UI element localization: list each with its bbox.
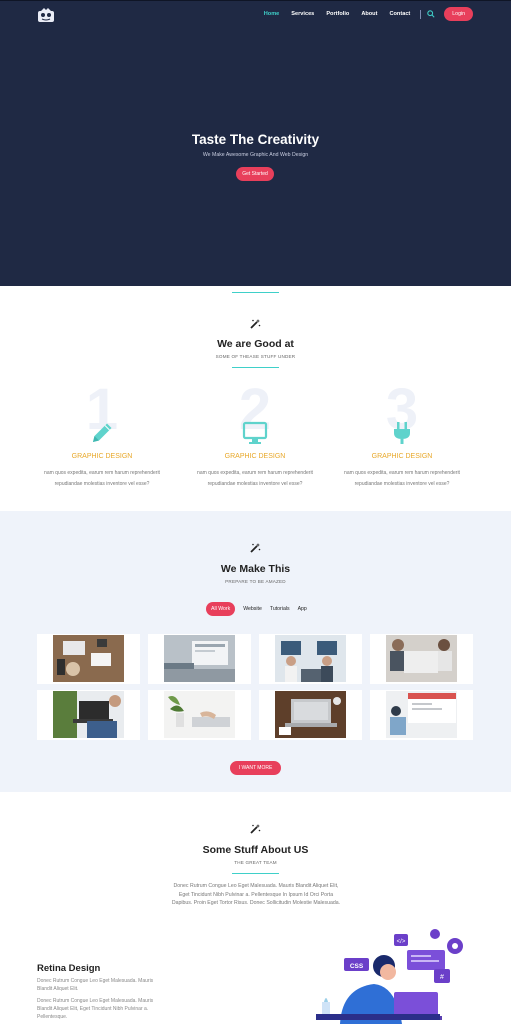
portfolio-item[interactable] [148, 690, 251, 740]
nav-about[interactable]: About [361, 11, 377, 17]
pencil-icon [93, 423, 112, 442]
feature-title: GRAPHIC DESIGN [71, 453, 133, 460]
portfolio-item[interactable] [259, 634, 362, 684]
logo[interactable] [37, 7, 55, 23]
desk-top-view-image [53, 635, 124, 682]
filter-all-work[interactable]: All Work [206, 602, 236, 616]
good-at-title: We are Good at [217, 338, 294, 350]
hero-section: Home Services Portfolio About Contact Lo… [0, 0, 511, 286]
magic-wand-icon [250, 543, 261, 553]
search-icon[interactable] [427, 10, 435, 18]
section-divider-line [232, 292, 279, 293]
about-text: Donec Rutrum Congue Leo Eget Malesuada. … [171, 883, 341, 907]
filter-app[interactable]: App [298, 606, 307, 612]
laptop-on-wood-image [275, 691, 346, 738]
nav-portfolio[interactable]: Portfolio [326, 11, 349, 17]
about-title: Some Stuff About US [202, 844, 309, 856]
css-badge: CSS [350, 963, 364, 970]
about-underline [232, 873, 279, 874]
gear-icon [430, 929, 440, 939]
office-monitor-image [164, 635, 235, 682]
magic-wand-icon [250, 824, 261, 834]
feature-card-3: 3 GRAPHIC DESIGN nam quos expedita, earu… [337, 380, 467, 490]
workspace-screen-image [386, 691, 457, 738]
developer-illustration: </> # CSS [316, 929, 463, 1024]
login-button[interactable]: Login [444, 7, 473, 21]
hero-subtitle: We Make Awesome Graphic And Web Design [202, 152, 309, 158]
portfolio-item[interactable] [259, 690, 362, 740]
typing-laptop-image [164, 691, 235, 738]
navbar: Home Services Portfolio About Contact Lo… [0, 1, 511, 27]
page: Home Services Portfolio About Contact Lo… [0, 0, 511, 1024]
portfolio-filters: All Work Website Tutorials App [206, 602, 315, 616]
team-collaboration-image [386, 635, 457, 682]
portfolio-item[interactable] [148, 634, 251, 684]
good-at-underline [232, 367, 279, 368]
nav-divider [420, 9, 422, 19]
feature-title: GRAPHIC DESIGN [371, 453, 433, 460]
feature-title: GRAPHIC DESIGN [224, 453, 286, 460]
nav-services[interactable]: Services [291, 11, 314, 17]
nav-contact[interactable]: Contact [389, 11, 410, 17]
portfolio-item[interactable] [370, 690, 473, 740]
feature-card-2: 2 GRAPHIC DESIGN nam quos expedita, earu… [190, 380, 320, 490]
feature-text: nam quos expedita, earum rem harum repre… [344, 470, 460, 487]
team-meeting-image [275, 635, 346, 682]
nav-links: Home Services Portfolio About Contact Lo… [252, 6, 473, 22]
portfolio-item[interactable] [370, 634, 473, 684]
feature-text: nam quos expedita, earum rem harum repre… [197, 470, 313, 487]
nav-home[interactable]: Home [264, 11, 280, 17]
hash-badge: # [440, 974, 444, 981]
filter-tutorials[interactable]: Tutorials [270, 606, 290, 612]
laptop-user-image [53, 691, 124, 738]
feature-text: nam quos expedita, earum rem harum repre… [44, 470, 160, 487]
portfolio-subtitle: PREPARE TO BE AMAZED [225, 579, 286, 584]
retina-design-title: Retina Design [37, 963, 101, 974]
hero-title: Taste The Creativity [191, 132, 320, 147]
filter-website[interactable]: Website [243, 606, 262, 612]
monitor-icon [242, 421, 268, 444]
magic-wand-icon [250, 319, 261, 329]
plug-icon [394, 422, 410, 444]
retina-design-text-2: Donec Rutrum Congue Leo Eget Malesuada. … [37, 998, 154, 1020]
about-subtitle: THE GREAT TEAM [234, 860, 277, 865]
retina-design-text: Donec Rutrum Congue Leo Eget Malesuada. … [37, 978, 154, 992]
get-started-button[interactable]: Get Started [236, 167, 274, 181]
code-badge: </> [397, 939, 406, 945]
portfolio-item[interactable] [37, 634, 140, 684]
good-at-subtitle: SOME OF THEASE STUFF UNDER [215, 354, 296, 359]
portfolio-title: We Make This [220, 563, 291, 575]
i-want-more-button[interactable]: I WANT MORE [230, 761, 281, 775]
feature-card-1: 1 GRAPHIC DESIGN nam quos expedita, earu… [37, 380, 167, 490]
portfolio-item[interactable] [37, 690, 140, 740]
